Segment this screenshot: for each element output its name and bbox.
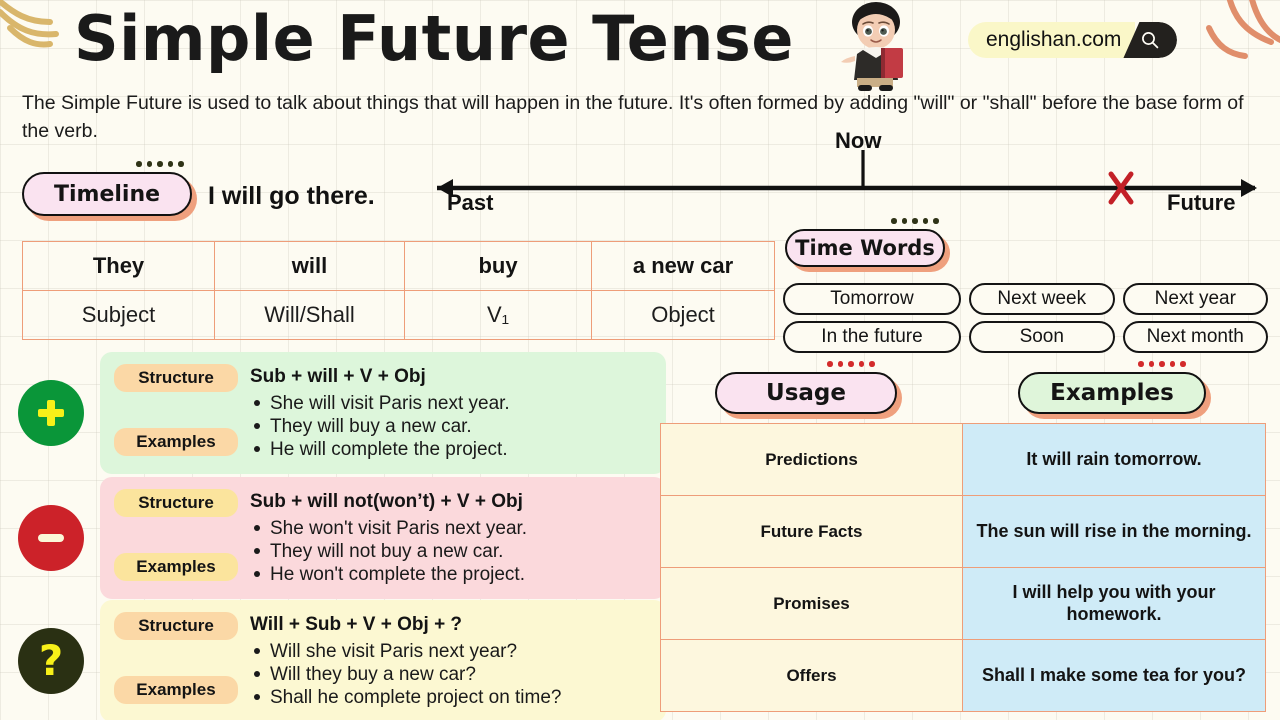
time-words-badge: Time Words [785, 218, 945, 267]
timeline-graphic: Now Past Future [425, 128, 1270, 233]
badge-dots-decoration [827, 361, 875, 367]
time-words-list: Tomorrow Next week Next year In the futu… [783, 283, 1268, 353]
interrogative-form-card: Structure Examples Will + Sub + V + Obj … [100, 600, 666, 720]
usage-cell: Future Facts [660, 495, 963, 568]
time-words-badge-wrap: Time Words [785, 218, 945, 267]
list-item: She will visit Paris next year. [248, 392, 652, 415]
time-word-pill[interactable]: Next month [1122, 321, 1268, 353]
positive-label-column: Structure Examples [114, 362, 238, 462]
positive-form-card: Structure Examples Sub + will + V + Obj … [100, 352, 666, 474]
positive-examples-list: She will visit Paris next year. They wil… [248, 392, 652, 462]
example-cell: Shall I make some tea for you? [962, 639, 1266, 712]
example-cell: It will rain tomorrow. [962, 423, 1266, 496]
negative-body-column: Sub + will not(won’t) + V + Obj She won'… [248, 487, 652, 587]
examples-badge-label: Examples [1050, 380, 1174, 406]
time-word-pill[interactable]: In the future [783, 321, 961, 353]
badge-dots-decoration [136, 161, 184, 167]
table-row-labels: Subject Will/Shall V₁ Object [22, 290, 775, 340]
list-item: Will she visit Paris next year? [248, 640, 652, 663]
list-item: He will complete the project. [248, 438, 652, 461]
example-cell: I will help you with your homework. [962, 567, 1266, 640]
usage-examples-table: Predictions It will rain tomorrow. Futur… [660, 423, 1266, 712]
plus-icon [18, 379, 84, 446]
structure-label: Structure [114, 489, 238, 517]
interrogative-label-column: Structure Examples [114, 610, 238, 710]
table-row: Promises I will help you with your homew… [660, 567, 1266, 640]
cell-object-label: Object [591, 290, 775, 340]
timeline-badge-label: Timeline [53, 181, 161, 207]
question-mark-icon: ? [18, 627, 84, 694]
cell-subject-example: They [22, 241, 215, 291]
table-row: Offers Shall I make some tea for you? [660, 639, 1266, 712]
negative-form-card: Structure Examples Sub + will not(won’t)… [100, 477, 666, 599]
examples-label: Examples [114, 675, 238, 704]
positive-structure-text: Sub + will + V + Obj [250, 366, 426, 387]
positive-body-column: Sub + will + V + Obj She will visit Pari… [248, 362, 652, 462]
list-item: She won't visit Paris next year. [248, 517, 652, 540]
list-item: He won't complete the project. [248, 563, 652, 586]
site-logo-badge[interactable]: englishan.com [968, 22, 1178, 58]
list-item: Shall he complete project on time? [248, 686, 652, 709]
cell-verb-example: buy [404, 241, 592, 291]
cell-subject-label: Subject [22, 290, 215, 340]
cell-auxiliary-example: will [214, 241, 405, 291]
usage-cell: Predictions [660, 423, 963, 496]
interrogative-body-column: Will + Sub + V + Obj + ? Will she visit … [248, 610, 652, 710]
timeline-past-label: Past [447, 190, 494, 215]
badge-dots-decoration [1138, 361, 1186, 367]
usage-badge-wrap: Usage [715, 361, 897, 414]
mascot-illustration [841, 2, 903, 91]
usage-cell: Promises [660, 567, 963, 640]
minus-icon [18, 504, 84, 571]
negative-examples-list: She won't visit Paris next year. They wi… [248, 517, 652, 587]
timeline-now-label: Now [835, 128, 882, 153]
table-row-example: They will buy a new car [22, 241, 775, 291]
table-row: Predictions It will rain tomorrow. [660, 423, 1266, 496]
examples-label: Examples [114, 427, 238, 456]
structure-label: Structure [114, 612, 238, 640]
table-row: Future Facts The sun will rise in the mo… [660, 495, 1266, 568]
usage-badge-label: Usage [766, 380, 846, 406]
examples-label: Examples [114, 552, 238, 581]
time-word-pill[interactable]: Soon [969, 321, 1115, 353]
interrogative-structure-text: Will + Sub + V + Obj + ? [250, 614, 463, 635]
usage-cell: Offers [660, 639, 963, 712]
timeline-future-label: Future [1167, 190, 1236, 215]
time-word-pill[interactable]: Next year [1122, 283, 1268, 315]
time-word-pill[interactable]: Tomorrow [783, 283, 961, 315]
list-item: Will they buy a new car? [248, 663, 652, 686]
interrogative-examples-list: Will she visit Paris next year? Will the… [248, 640, 652, 710]
time-words-badge-label: Time Words [795, 236, 935, 260]
example-cell: The sun will rise in the morning. [962, 495, 1266, 568]
timeline-badge-wrap: Timeline [22, 161, 192, 216]
timeline-badge: Timeline [22, 161, 192, 216]
structure-example-table: They will buy a new car Subject Will/Sha… [22, 241, 775, 340]
page-title: Simple Future Tense [74, 2, 794, 75]
cell-object-example: a new car [591, 241, 775, 291]
examples-badge: Examples [1018, 361, 1206, 414]
time-word-pill[interactable]: Next week [969, 283, 1115, 315]
usage-badge: Usage [715, 361, 897, 414]
list-item: They will not buy a new car. [248, 540, 652, 563]
squiggle-decoration-top-right [1206, 0, 1280, 59]
cell-verb-label: V₁ [404, 290, 592, 340]
site-logo-text: englishan.com [968, 22, 1136, 58]
examples-badge-wrap: Examples [1018, 361, 1206, 414]
cell-auxiliary-label: Will/Shall [214, 290, 405, 340]
negative-label-column: Structure Examples [114, 487, 238, 587]
negative-structure-text: Sub + will not(won’t) + V + Obj [250, 491, 523, 512]
positive-form-row: Structure Examples Sub + will + V + Obj … [18, 352, 666, 474]
negative-form-row: Structure Examples Sub + will not(won’t)… [18, 477, 666, 599]
interrogative-form-row: ? Structure Examples Will + Sub + V + Ob… [18, 600, 666, 720]
badge-dots-decoration [891, 218, 939, 224]
infographic-canvas: Simple Future Tense englishan.com The Si… [0, 0, 1280, 720]
structure-label: Structure [114, 364, 238, 392]
timeline-example-sentence: I will go there. [208, 182, 375, 210]
list-item: They will buy a new car. [248, 415, 652, 438]
